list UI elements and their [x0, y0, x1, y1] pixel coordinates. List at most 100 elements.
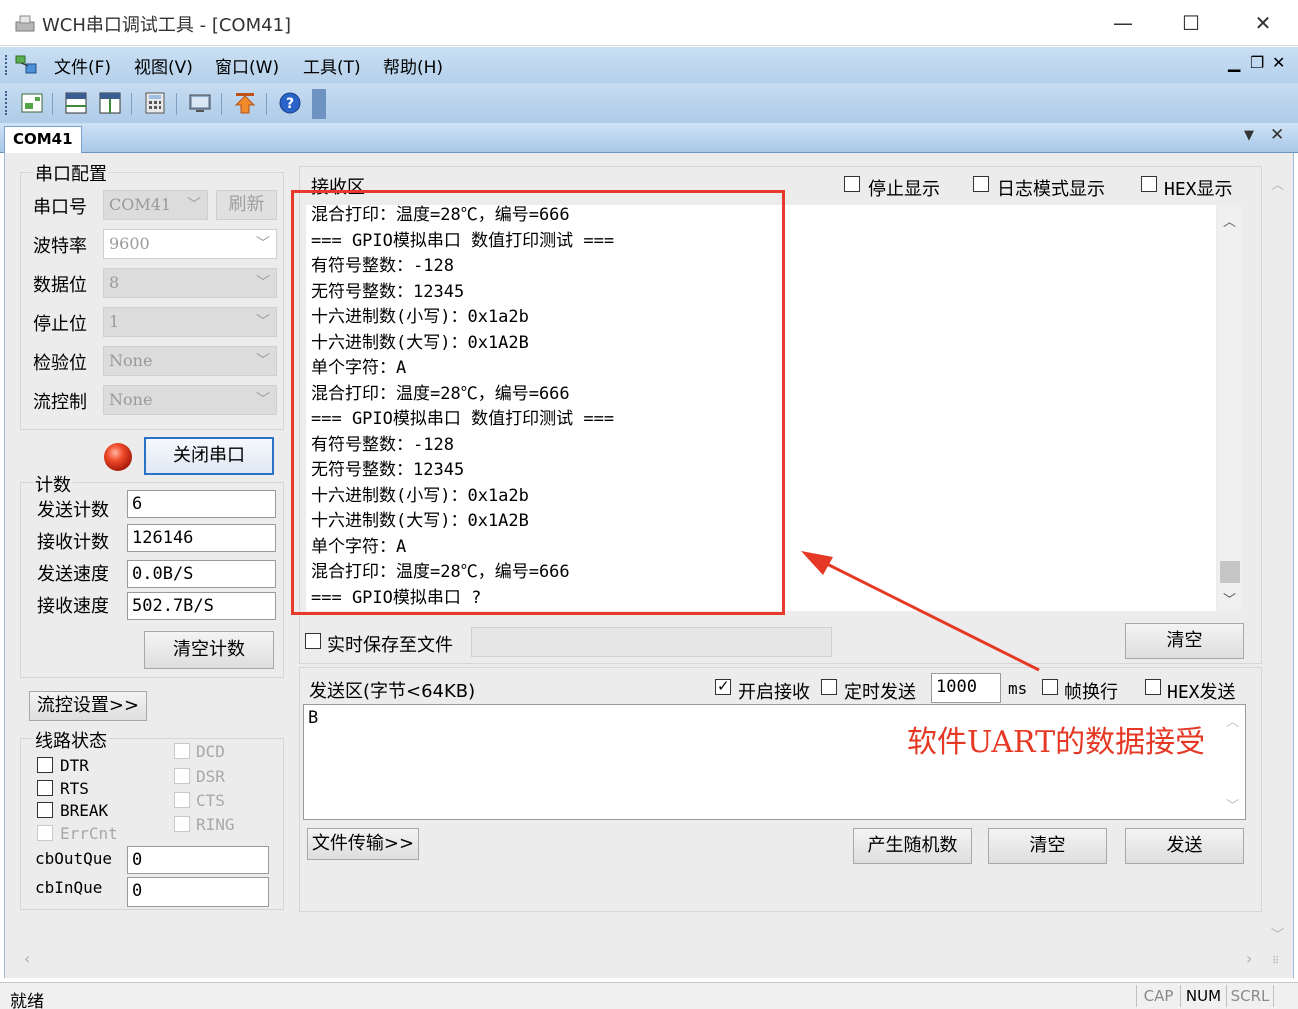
scroll-up-icon[interactable]: ︿ [1226, 711, 1239, 730]
scroll-up-icon[interactable]: ︿ [1223, 211, 1236, 230]
cboutque-field: 0 [127, 846, 269, 874]
tab-com41[interactable]: COM41 [4, 126, 82, 153]
minimize-button[interactable]: — [1100, 8, 1146, 38]
flow-select-value: None [109, 390, 153, 409]
app-menu-icon[interactable] [14, 54, 38, 76]
baud-select-value: 9600 [109, 234, 150, 253]
send-scrollbar[interactable]: ︿ ﹀ [1221, 705, 1245, 819]
errcnt-checkbox [37, 825, 53, 841]
scroll-thumb[interactable] [1220, 561, 1240, 583]
scroll-down-icon[interactable]: ﹀ [1226, 795, 1239, 814]
toolbar-separator [221, 93, 222, 115]
refresh-button[interactable]: 刷新 [216, 190, 277, 220]
port-config-title: 串口配置 [33, 160, 109, 186]
send-speed-label: 发送速度 [37, 564, 109, 585]
hex-display-label: HEX显示 [1164, 179, 1233, 200]
calculator-icon[interactable] [143, 91, 167, 115]
resize-grip-icon[interactable]: ⠿ [1272, 956, 1279, 967]
scroll-down-icon[interactable]: ﹀ [1271, 924, 1284, 943]
menu-view[interactable]: 视图(V) [134, 53, 193, 78]
scroll-right-icon[interactable]: › [1246, 949, 1252, 968]
baud-select[interactable]: 9600 ﹀ [103, 229, 277, 259]
stopbits-select[interactable]: 1 ﹀ [103, 307, 277, 337]
menu-bar: 文件(F) 视图(V) 窗口(W) 工具(T) 帮助(H) ▁ ❐ ✕ [0, 47, 1298, 83]
cbinque-field: 0 [127, 877, 269, 907]
upload-icon[interactable] [233, 91, 257, 115]
mdi-restore-button[interactable]: ❐ [1250, 53, 1264, 72]
file-transfer-button[interactable]: 文件传输>> [307, 828, 419, 860]
save-to-file-checkbox[interactable] [305, 633, 321, 649]
status-num: NUM [1180, 985, 1226, 1007]
flow-label: 流控制 [33, 392, 87, 413]
svg-text:?: ? [286, 96, 294, 112]
annotation-arrow [801, 551, 1040, 672]
flow-settings-button[interactable]: 流控设置>> [29, 691, 147, 721]
interval-unit-label: ms [1008, 679, 1028, 698]
receive-scrollbar[interactable]: ︿ ﹀ [1218, 205, 1242, 611]
hex-send-checkbox[interactable] [1145, 679, 1161, 695]
rts-label: RTS [60, 779, 89, 798]
line-break-label: 帧换行 [1064, 682, 1118, 703]
scroll-down-icon[interactable]: ﹀ [1223, 589, 1236, 608]
main-vertical-scrollbar[interactable]: ︿ ﹀ [1266, 166, 1290, 946]
scroll-left-icon[interactable]: ‹ [24, 949, 30, 968]
status-bar: 就绪 CAP NUM SCRL [0, 982, 1298, 1009]
interval-input[interactable]: 1000 [931, 673, 1001, 703]
timed-send-checkbox[interactable] [821, 679, 837, 695]
menu-file[interactable]: 文件(F) [54, 53, 111, 78]
toolbar-overflow-button[interactable] [312, 89, 326, 119]
send-speed-field: 0.0B/S [127, 560, 276, 588]
new-connection-icon[interactable] [20, 91, 44, 115]
recv-count-label: 接收计数 [37, 532, 109, 553]
rts-checkbox[interactable] [37, 780, 53, 796]
clear-count-button[interactable]: 清空计数 [144, 631, 274, 669]
parity-select[interactable]: None ﹀ [103, 346, 277, 376]
main-horizontal-scrollbar[interactable]: ‹ › [20, 948, 1264, 972]
help-icon[interactable]: ? [278, 91, 302, 115]
chevron-down-icon: ﹀ [256, 314, 270, 330]
mdi-minimize-button[interactable]: ▁ [1228, 53, 1240, 72]
send-count-field: 6 [127, 490, 276, 518]
errcnt-label: ErrCnt [60, 824, 118, 843]
enable-receive-checkbox[interactable] [715, 677, 731, 695]
databits-select[interactable]: 8 ﹀ [103, 268, 277, 298]
dtr-label: DTR [60, 756, 89, 775]
scroll-up-icon[interactable]: ︿ [1271, 174, 1284, 193]
app-icon [15, 15, 35, 32]
hex-display-checkbox[interactable] [1141, 176, 1157, 192]
toolbar: ? [0, 83, 1298, 123]
stopbits-select-value: 1 [109, 312, 120, 331]
vertical-layout-icon[interactable] [98, 91, 122, 115]
close-button[interactable]: ✕ [1240, 8, 1286, 38]
menu-tools[interactable]: 工具(T) [303, 53, 361, 78]
break-checkbox[interactable] [37, 802, 53, 818]
send-content: B [308, 708, 319, 728]
status-cap: CAP [1136, 985, 1180, 1007]
cts-checkbox [174, 792, 190, 808]
tab-close-icon[interactable]: ✕ [1270, 125, 1284, 145]
flow-select[interactable]: None ﹀ [103, 385, 277, 415]
line-break-checkbox[interactable] [1042, 679, 1058, 695]
log-mode-checkbox[interactable] [973, 176, 989, 192]
chevron-down-icon: ﹀ [256, 392, 270, 408]
send-button[interactable]: 发送 [1125, 828, 1244, 864]
receive-clear-button[interactable]: 清空 [1125, 623, 1244, 659]
monitor-icon[interactable] [188, 91, 212, 115]
send-clear-button[interactable]: 清空 [988, 828, 1107, 864]
stop-display-checkbox[interactable] [844, 176, 860, 192]
maximize-button[interactable]: ☐ [1168, 8, 1214, 38]
tab-list-chevron-down-icon[interactable]: ▼ [1244, 128, 1254, 143]
horizontal-layout-icon[interactable] [64, 91, 88, 115]
timed-send-label: 定时发送 [844, 682, 916, 703]
close-port-button[interactable]: 关闭串口 [144, 437, 274, 475]
port-select[interactable]: COM41 ﹀ [103, 190, 208, 220]
menu-window[interactable]: 窗口(W) [215, 53, 279, 78]
stopbits-label: 停止位 [33, 314, 87, 335]
random-button[interactable]: 产生随机数 [853, 828, 972, 864]
mdi-close-button[interactable]: ✕ [1272, 53, 1285, 72]
window-title: WCH串口调试工具 - [COM41] [42, 15, 292, 36]
status-ready: 就绪 [10, 992, 44, 1009]
save-file-path-field[interactable] [471, 627, 832, 657]
dtr-checkbox[interactable] [37, 757, 53, 773]
menu-help[interactable]: 帮助(H) [383, 53, 443, 78]
